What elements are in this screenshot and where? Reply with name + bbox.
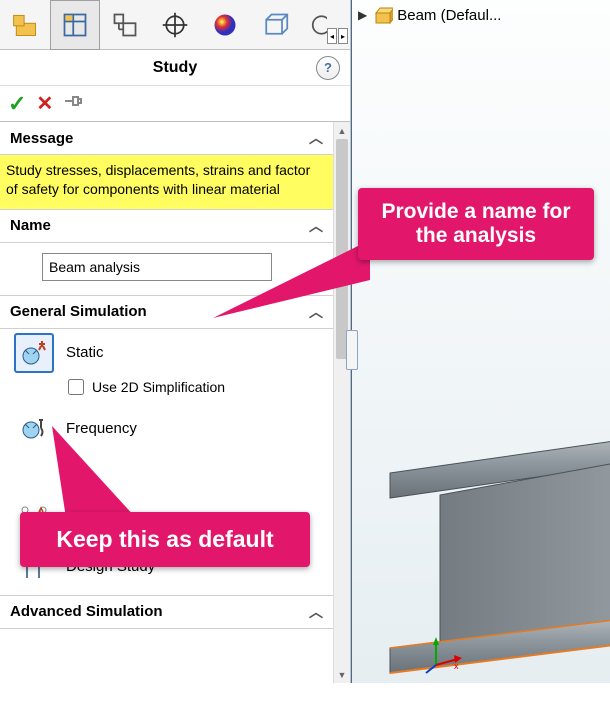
expand-arrow-icon[interactable]: ▶ bbox=[358, 8, 367, 22]
chevron-up-icon[interactable]: ︿ bbox=[309, 602, 323, 622]
toolbar-scroll-left[interactable]: ◂ bbox=[327, 28, 337, 44]
pushpin-icon bbox=[63, 93, 83, 109]
partial-icon bbox=[309, 11, 327, 39]
section-name-header[interactable]: Name ︿ bbox=[0, 210, 333, 243]
section-message-title: Message bbox=[10, 130, 73, 147]
section-general-sim-title: General Simulation bbox=[10, 303, 147, 320]
toolbar-scroll: ◂ ▸ bbox=[327, 28, 348, 44]
config-icon bbox=[111, 11, 139, 39]
pin-button[interactable] bbox=[63, 93, 83, 114]
box-wire-icon bbox=[261, 11, 289, 39]
section-message-header[interactable]: Message ︿ bbox=[0, 122, 333, 155]
tab-display[interactable] bbox=[200, 0, 250, 50]
chevron-up-icon[interactable]: ︿ bbox=[309, 216, 323, 236]
section-name-title: Name bbox=[10, 217, 51, 234]
sim-option-static-label: Static bbox=[66, 344, 104, 361]
toolbar-scroll-right[interactable]: ▸ bbox=[338, 28, 348, 44]
beam-model bbox=[350, 423, 610, 703]
origin-triad-icon: x bbox=[424, 635, 464, 675]
panel-title: Study bbox=[153, 59, 197, 77]
panel-title-row: Study ? bbox=[0, 50, 350, 86]
chevron-up-icon[interactable]: ︿ bbox=[309, 128, 323, 148]
panel-splitter-grip[interactable] bbox=[346, 330, 358, 370]
section-advanced-sim-header[interactable]: Advanced Simulation ︿ bbox=[0, 596, 333, 629]
annotation-name-hint-tail bbox=[205, 240, 375, 330]
ok-button[interactable]: ✓ bbox=[8, 91, 26, 117]
tab-dimxpert[interactable] bbox=[150, 0, 200, 50]
flyout-tree-root-label: Beam (Defaul... bbox=[397, 7, 501, 24]
graphics-area[interactable]: ▶ Beam (Defaul... bbox=[351, 0, 610, 683]
property-icon bbox=[61, 11, 89, 39]
annotation-name-hint-text: Provide a name for the analysis bbox=[381, 200, 570, 247]
static-icon-box bbox=[14, 333, 54, 373]
help-button[interactable]: ? bbox=[316, 56, 340, 80]
scroll-up-arrow[interactable]: ▲ bbox=[334, 122, 350, 139]
tab-configuration[interactable] bbox=[100, 0, 150, 50]
property-panel: ◂ ▸ Study ? ✓ ✕ Message ︿ S bbox=[0, 0, 351, 683]
use-2d-row: Use 2D Simplification bbox=[0, 377, 333, 405]
panel-scrollbar[interactable]: ▲ ▼ bbox=[333, 122, 350, 683]
frequency-icon bbox=[19, 414, 49, 444]
annotation-name-hint: Provide a name for the analysis bbox=[358, 188, 594, 260]
cancel-button[interactable]: ✕ bbox=[36, 91, 53, 116]
appearance-icon bbox=[211, 11, 239, 39]
tab-feature-manager[interactable] bbox=[0, 0, 50, 50]
section-advanced-sim-title: Advanced Simulation bbox=[10, 603, 163, 620]
panel-tab-toolbar: ◂ ▸ bbox=[0, 0, 350, 50]
target-icon bbox=[161, 11, 189, 39]
panel-scroll-body: Message ︿ Study stresses, displacements,… bbox=[0, 122, 350, 683]
tab-property-manager[interactable] bbox=[50, 0, 100, 50]
assembly-icon bbox=[11, 11, 39, 39]
sim-option-static[interactable]: Static bbox=[0, 329, 333, 377]
panel-action-row: ✓ ✕ bbox=[0, 86, 350, 122]
svg-text:x: x bbox=[454, 661, 459, 671]
use-2d-checkbox[interactable] bbox=[68, 379, 84, 395]
annotation-default-hint-tail bbox=[46, 420, 166, 520]
flyout-tree-root[interactable]: ▶ Beam (Defaul... bbox=[352, 0, 610, 30]
use-2d-label: Use 2D Simplification bbox=[92, 379, 225, 395]
annotation-default-hint: Keep this as default bbox=[20, 512, 310, 567]
tab-extra-1[interactable] bbox=[250, 0, 300, 50]
part-icon bbox=[371, 4, 393, 26]
scroll-down-arrow[interactable]: ▼ bbox=[334, 666, 350, 683]
static-icon bbox=[19, 338, 49, 368]
section-message-body: Study stresses, displacements, strains a… bbox=[0, 155, 333, 210]
annotation-default-hint-text: Keep this as default bbox=[56, 526, 273, 552]
